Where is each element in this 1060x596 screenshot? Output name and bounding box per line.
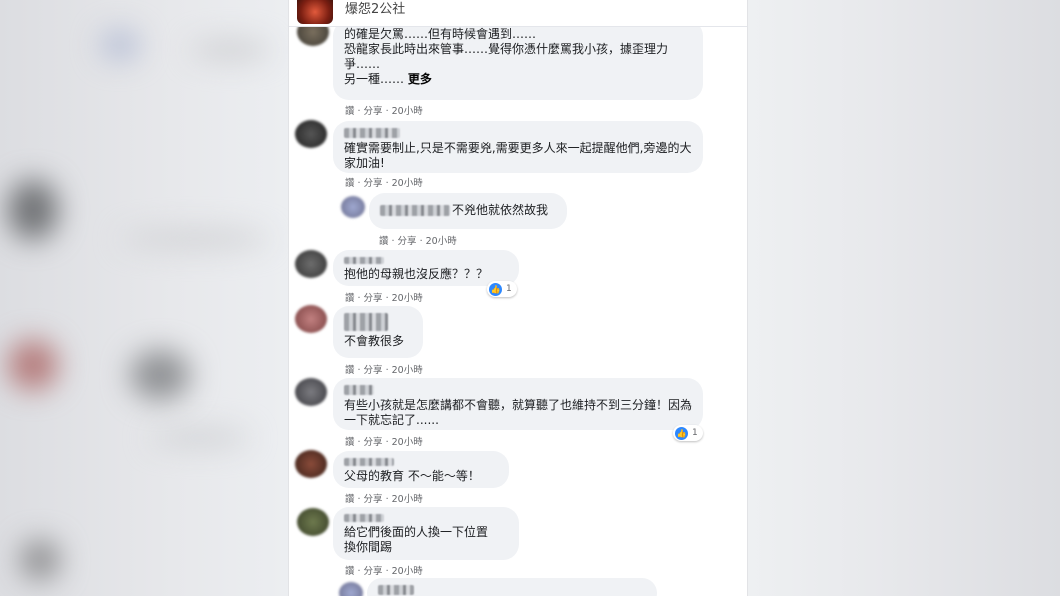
comment-actions[interactable]: 讚 · 分享 · 20小時 <box>379 233 457 247</box>
blurred-avatar <box>20 540 60 580</box>
reply-text: 不兇他就依然故我 <box>452 203 549 217</box>
avatar[interactable] <box>295 378 327 406</box>
avatar[interactable] <box>339 582 363 596</box>
commenter-name[interactable] <box>344 313 388 331</box>
like-icon: 👍 <box>489 282 502 296</box>
comment-text: 不會教很多 <box>344 334 405 348</box>
comment-text: 抱他的母親也沒反應？？？ <box>344 267 489 281</box>
blurred-avatar <box>8 180 58 240</box>
comment-text: 的確是欠罵……但有時候會遇到…… 恐龍家長此時出來管事……覺得你憑什麼罵我小孩，… <box>344 27 692 87</box>
commenter-name[interactable] <box>344 128 400 138</box>
blurred-text <box>150 430 250 446</box>
page-logo <box>297 0 333 24</box>
commenter-name[interactable] <box>380 205 450 216</box>
page-name[interactable]: 爆怨2公社 <box>345 0 405 17</box>
commenter-name[interactable] <box>344 385 374 395</box>
blurred-background-left <box>0 0 288 596</box>
comment-actions[interactable]: 讚 · 分享 · 20小時 <box>345 362 423 376</box>
comment-actions[interactable]: 讚 · 分享 · 20小時 <box>345 491 423 505</box>
comment-text: 父母的教育 不～能～等！ <box>344 469 480 483</box>
blurred-avatar <box>100 30 140 60</box>
comment-text: 有些小孩就是怎麼講都不會聽，就算聽了也維持不到三分鐘！因為一下就忘記了.....… <box>344 398 693 427</box>
blurred-avatar <box>130 350 190 400</box>
avatar[interactable] <box>295 305 327 333</box>
comment-bubble <box>367 578 657 596</box>
avatar[interactable] <box>341 196 365 218</box>
reaction-number: 1 <box>692 428 698 438</box>
comment-text-body: 的確是欠罵……但有時候會遇到…… 恐龍家長此時出來管事……覺得你憑什麼罵我小孩，… <box>344 27 669 86</box>
commenter-name[interactable] <box>344 458 394 466</box>
comment-actions[interactable]: 讚 · 分享 · 20小時 <box>345 175 423 189</box>
comment-text: 給它們後面的人換一下位置 換你間踢 <box>344 525 489 554</box>
comment-text: 確實需要制止,只是不需要兇,需要更多人來一起提醒他們,旁邊的大家加油! <box>344 141 692 170</box>
blurred-text <box>190 40 270 60</box>
comment-actions[interactable]: 讚 · 分享 · 20小時 <box>345 434 423 448</box>
see-more-link[interactable]: 更多 <box>408 72 432 86</box>
comment-bubble: 的確是欠罵……但有時候會遇到…… 恐龍家長此時出來管事……覺得你憑什麼罵我小孩，… <box>333 20 703 100</box>
comment-bubble: 不會教很多 <box>333 306 423 358</box>
avatar[interactable] <box>297 508 329 536</box>
comment-bubble: 確實需要制止,只是不需要兇,需要更多人來一起提醒他們,旁邊的大家加油! <box>333 121 703 173</box>
comment-bubble: 父母的教育 不～能～等！ <box>333 451 509 488</box>
reaction-count[interactable]: 👍 1 <box>487 281 517 297</box>
like-icon: 👍 <box>675 426 688 440</box>
comment-text: 不兇他就依然故我 <box>380 203 556 218</box>
comment-actions[interactable]: 讚 · 分享 · 20小時 <box>345 290 423 304</box>
comment-bubble: 有些小孩就是怎麼講都不會聽，就算聽了也維持不到三分鐘！因為一下就忘記了.....… <box>333 378 703 430</box>
commenter-name[interactable] <box>344 257 384 264</box>
blurred-text <box>120 230 270 248</box>
reaction-number: 1 <box>506 284 512 294</box>
avatar[interactable] <box>295 120 327 148</box>
blurred-avatar <box>8 340 58 390</box>
reply-bubble: 不兇他就依然故我 <box>369 193 567 229</box>
commenter-name[interactable] <box>344 514 384 522</box>
comment-bubble: 給它們後面的人換一下位置 換你間踢 <box>333 507 519 560</box>
avatar[interactable] <box>295 250 327 278</box>
commenter-name[interactable] <box>378 585 414 595</box>
comment-actions[interactable]: 讚 · 分享 · 20小時 <box>345 563 423 577</box>
page-header: 爆怨2公社 <box>289 0 747 27</box>
comment-panel: 爆怨2公社 的確是欠罵……但有時候會遇到…… 恐龍家長此時出來管事……覺得你憑什… <box>288 0 748 596</box>
comment-actions[interactable]: 讚 · 分享 · 20小時 <box>345 103 423 117</box>
blurred-background-right <box>746 0 1060 596</box>
reaction-count[interactable]: 👍 1 <box>673 425 703 441</box>
avatar[interactable] <box>295 450 327 478</box>
